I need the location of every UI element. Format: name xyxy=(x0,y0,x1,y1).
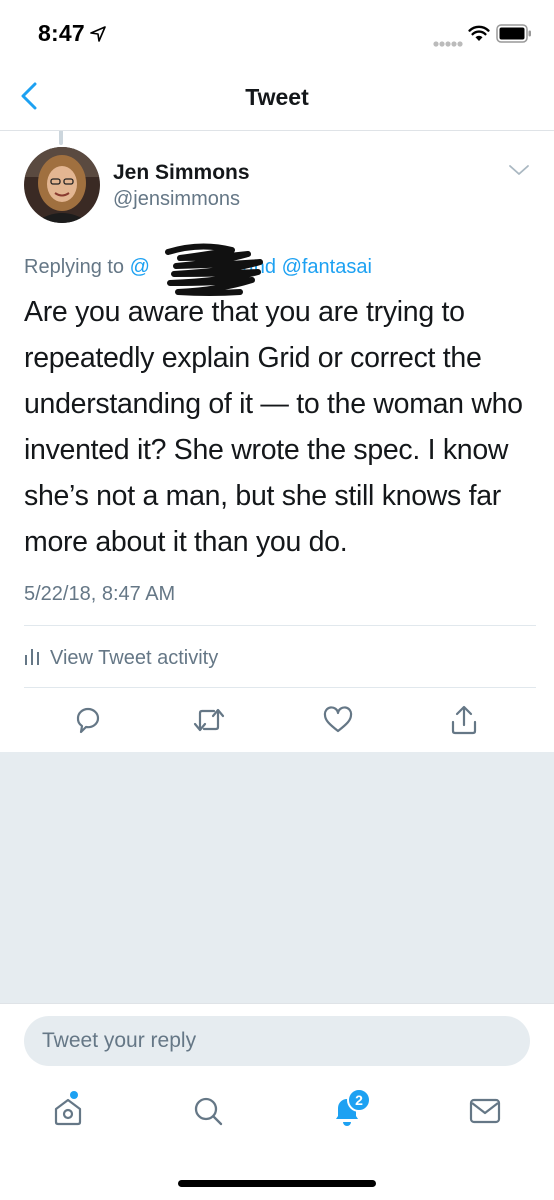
reply-icon xyxy=(74,705,104,740)
search-icon xyxy=(192,1095,224,1132)
retweet-icon xyxy=(192,705,226,740)
battery-icon xyxy=(496,24,532,43)
view-tweet-activity-label: View Tweet activity xyxy=(50,646,219,669)
nav-bar: Tweet xyxy=(0,66,554,131)
author-name[interactable]: Jen Simmons xyxy=(113,161,250,185)
avatar[interactable] xyxy=(24,147,100,223)
status-bar: 8:47 xyxy=(0,0,554,66)
tweet-reply-input[interactable] xyxy=(24,1016,530,1066)
reply-mention-fantasai[interactable]: @fantasai xyxy=(282,256,372,278)
status-time: 8:47 xyxy=(38,20,85,46)
share-button[interactable] xyxy=(443,701,485,743)
retweet-button[interactable] xyxy=(188,701,230,743)
home-icon xyxy=(52,1095,84,1132)
divider xyxy=(24,625,536,626)
tweet-text: Are you aware that you are trying to rep… xyxy=(24,296,523,558)
tweet-timestamp: 5/22/18, 8:47 AM xyxy=(24,583,176,605)
tweet-options-button[interactable] xyxy=(508,163,538,185)
page-title: Tweet xyxy=(245,84,309,110)
tab-home[interactable] xyxy=(43,1088,93,1138)
like-icon xyxy=(323,705,353,739)
thread-connector-line xyxy=(59,131,63,145)
share-icon xyxy=(450,705,478,740)
location-arrow-icon xyxy=(90,26,106,42)
replying-to-label: Replying to xyxy=(24,256,125,278)
tab-messages[interactable] xyxy=(460,1088,510,1138)
reply-bar xyxy=(0,1003,554,1078)
divider xyxy=(24,687,536,688)
reply-button[interactable] xyxy=(68,701,110,743)
messages-icon xyxy=(469,1097,501,1130)
tab-search[interactable] xyxy=(183,1088,233,1138)
notifications-badge: 2 xyxy=(347,1088,371,1112)
tab-bar: 2 xyxy=(0,1078,554,1158)
signal-icon xyxy=(433,35,463,47)
view-tweet-activity-button[interactable]: View Tweet activity xyxy=(24,643,218,673)
like-button[interactable] xyxy=(317,701,359,743)
home-indicator xyxy=(178,1180,376,1187)
tab-notifications[interactable]: 2 xyxy=(322,1088,372,1138)
empty-replies-area xyxy=(0,752,554,1003)
activity-bars-icon xyxy=(24,647,40,670)
caret-down-icon xyxy=(508,164,530,181)
author-handle[interactable]: @jensimmons xyxy=(113,188,240,211)
home-new-indicator xyxy=(70,1091,78,1099)
tweet-actions xyxy=(0,701,554,743)
wifi-icon xyxy=(468,25,490,42)
